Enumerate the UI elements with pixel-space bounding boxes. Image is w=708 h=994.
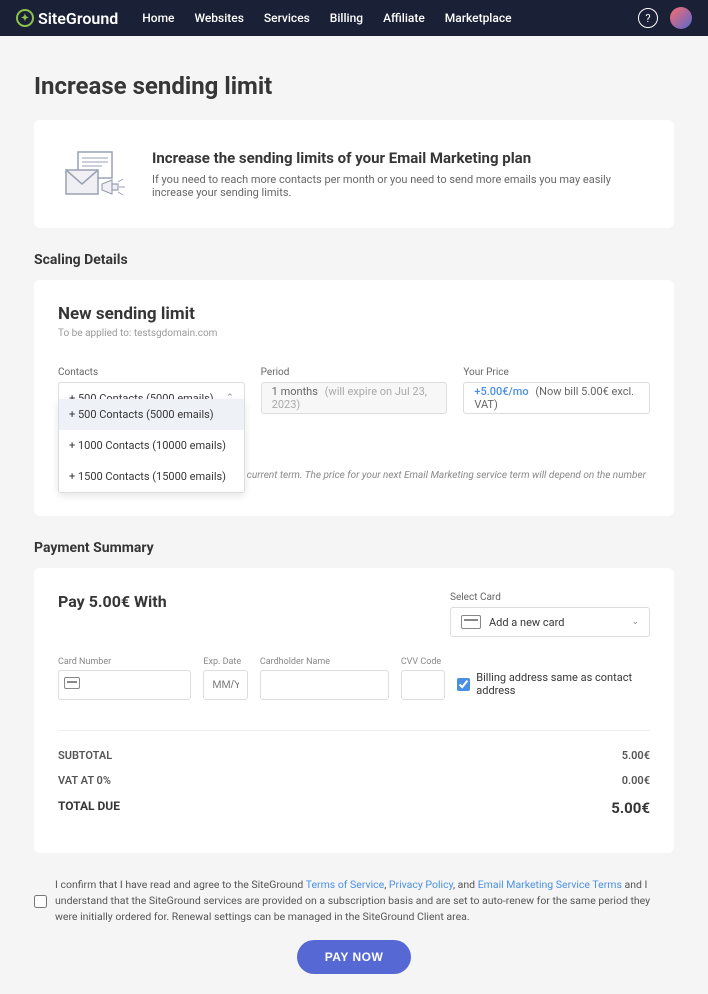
confirm-text: I confirm that I have read and agree to … — [55, 877, 674, 924]
card-icon — [461, 615, 481, 629]
email-terms-link[interactable]: Email Marketing Service Terms — [478, 878, 622, 891]
privacy-link[interactable]: Privacy Policy — [389, 878, 453, 891]
tos-link[interactable]: Terms of Service — [306, 878, 385, 891]
topbar: ✦ SiteGround Home Websites Services Bill… — [0, 0, 708, 36]
cardholder-label: Cardholder Name — [260, 657, 389, 667]
billing-same-checkbox-wrap[interactable]: Billing address same as contact address — [457, 671, 650, 697]
contacts-option-0[interactable]: + 500 Contacts (5000 emails) — [59, 399, 244, 430]
chevron-down-icon: ⌄ — [631, 617, 639, 627]
pay-now-button[interactable]: PAY NOW — [297, 940, 412, 974]
exp-date-input[interactable] — [203, 670, 247, 700]
nav-home[interactable]: Home — [142, 11, 174, 25]
price-value: +5.00€/mo — [474, 385, 528, 398]
logo[interactable]: ✦ SiteGround — [16, 9, 118, 28]
nav-services[interactable]: Services — [264, 11, 310, 25]
contacts-option-2[interactable]: + 1500 Contacts (15000 emails) — [59, 461, 244, 492]
cardholder-input[interactable] — [260, 670, 389, 700]
period-label: Period — [261, 367, 448, 378]
select-card-label: Select Card — [450, 592, 650, 603]
price-field: +5.00€/mo (Now bill 5.00€ excl. VAT) — [463, 382, 650, 414]
email-marketing-icon — [58, 144, 128, 204]
billing-same-checkbox[interactable] — [457, 678, 470, 691]
contacts-option-1[interactable]: + 1000 Contacts (10000 emails) — [59, 430, 244, 461]
topbar-right: ? — [638, 7, 692, 29]
confirm-sep2: , and — [453, 878, 478, 891]
scaling-section-title: Scaling Details — [34, 252, 674, 268]
applied-domain: testsgdomain.com — [134, 328, 218, 339]
page-title: Increase sending limit — [34, 72, 674, 100]
help-icon[interactable]: ? — [638, 8, 658, 28]
scaling-card: New sending limit To be applied to: test… — [34, 280, 674, 516]
applied-prefix: To be applied to: — [58, 328, 134, 339]
intro-card: Increase the sending limits of your Emai… — [34, 120, 674, 228]
vat-value: 0.00€ — [622, 774, 650, 787]
topbar-left: ✦ SiteGround Home Websites Services Bill… — [16, 9, 512, 28]
select-card-value: Add a new card — [489, 616, 623, 629]
brand-name: SiteGround — [38, 9, 118, 28]
period-value: 1 months — [272, 385, 318, 398]
nav-marketplace[interactable]: Marketplace — [445, 11, 512, 25]
contacts-dropdown: + 500 Contacts (5000 emails) + 1000 Cont… — [58, 399, 245, 493]
nav-websites[interactable]: Websites — [194, 11, 243, 25]
contacts-label: Contacts — [58, 367, 245, 378]
intro-body: If you need to reach more contacts per m… — [152, 173, 650, 199]
logo-icon: ✦ — [16, 9, 34, 27]
new-limit-title: New sending limit — [58, 304, 650, 324]
pay-with-title: Pay 5.00€ With — [58, 592, 167, 611]
main-nav: Home Websites Services Billing Affiliate… — [142, 11, 511, 25]
payment-card: Pay 5.00€ With Select Card Add a new car… — [34, 568, 674, 853]
payment-section-title: Payment Summary — [34, 540, 674, 556]
confirm-pre: I confirm that I have read and agree to … — [55, 878, 306, 891]
card-number-icon — [64, 677, 80, 689]
intro-heading: Increase the sending limits of your Emai… — [152, 149, 650, 167]
select-card-dropdown[interactable]: Add a new card ⌄ — [450, 607, 650, 637]
cvv-input[interactable] — [401, 670, 445, 700]
nav-affiliate[interactable]: Affiliate — [383, 11, 425, 25]
confirm-row[interactable]: I confirm that I have read and agree to … — [34, 877, 674, 924]
subtotal-value: 5.00€ — [622, 749, 650, 762]
vat-label: VAT AT 0% — [58, 774, 111, 787]
cvv-label: CVV Code — [401, 657, 445, 667]
card-number-label: Card Number — [58, 657, 191, 667]
subtotal-label: SUBTOTAL — [58, 749, 112, 762]
applied-to: To be applied to: testsgdomain.com — [58, 328, 650, 339]
period-field: 1 months (will expire on Jul 23, 2023) — [261, 382, 448, 414]
exp-date-label: Exp. Date — [203, 657, 247, 667]
avatar[interactable] — [670, 7, 692, 29]
price-label: Your Price — [463, 367, 650, 378]
billing-same-label: Billing address same as contact address — [476, 671, 650, 697]
nav-billing[interactable]: Billing — [330, 11, 363, 25]
total-due-label: TOTAL DUE — [58, 799, 120, 817]
total-due-value: 5.00€ — [611, 799, 650, 817]
intro-text: Increase the sending limits of your Emai… — [152, 149, 650, 199]
confirm-checkbox[interactable] — [34, 879, 47, 924]
